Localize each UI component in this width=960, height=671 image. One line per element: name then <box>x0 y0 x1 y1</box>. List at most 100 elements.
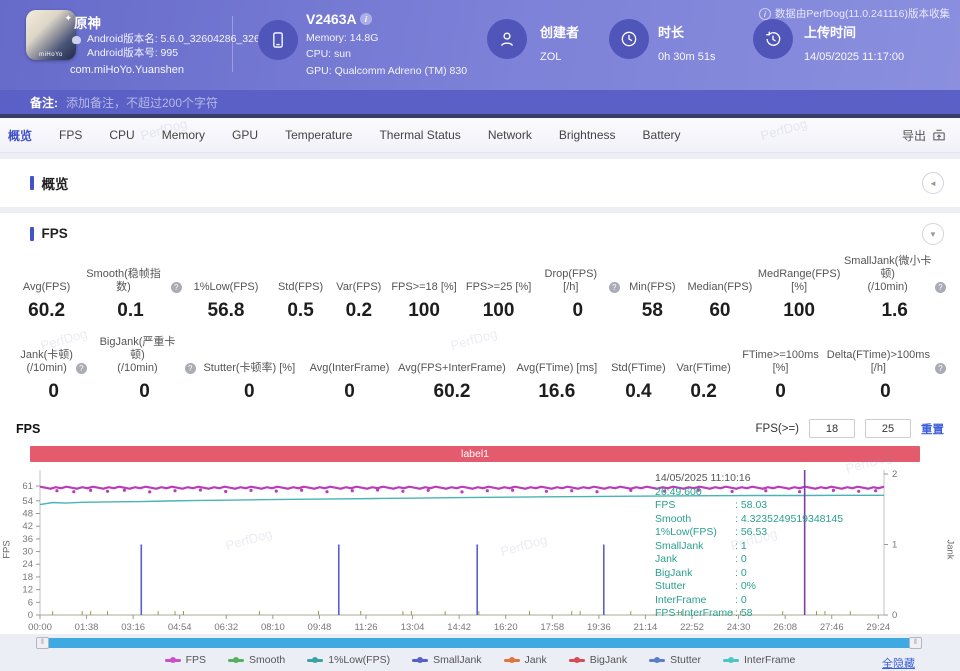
stat-cell: Var(FPS) 0.2 <box>331 255 387 322</box>
svg-text:54: 54 <box>22 496 33 507</box>
svg-text:21:14: 21:14 <box>634 622 658 633</box>
android-icon <box>72 36 81 44</box>
stat-value: 100 <box>461 300 536 322</box>
stat-label: MedRange(FPS)[%] <box>755 268 844 294</box>
stat-cell: MedRange(FPS)[%] 100 <box>755 255 844 322</box>
tab[interactable]: Temperature <box>285 128 352 142</box>
note-input[interactable]: 备注: 添加备注，不超过200个字符 <box>0 90 960 118</box>
legend-item[interactable]: BigJank <box>569 654 627 666</box>
star-icon: ✦ <box>64 13 72 24</box>
tab[interactable]: Battery <box>643 128 681 142</box>
legend-item[interactable]: FPS <box>165 654 206 666</box>
collect-note: 数据由PerfDog(11.0.241116)版本收集 <box>759 6 950 21</box>
legend-marker <box>307 659 323 662</box>
upload-time-icon <box>753 19 793 59</box>
help-icon[interactable] <box>76 363 87 374</box>
chart-scrollbar[interactable] <box>38 638 920 648</box>
hide-all-link[interactable]: 全隐藏 <box>882 655 915 671</box>
stat-label: Std(FTime) <box>611 362 666 375</box>
chart-label-bar[interactable]: label1 <box>30 446 920 462</box>
legend-item[interactable]: Jank <box>504 654 547 666</box>
overview-title: 概览 <box>42 173 69 193</box>
app-version-block: Android版本名: 5.6.0_32604286_326... Androi… <box>72 32 269 60</box>
fps-collapse-button[interactable]: ▼ <box>922 223 944 245</box>
info-icon <box>759 8 771 20</box>
stat-label: Avg(FPS) <box>23 281 70 294</box>
legend-item[interactable]: Smooth <box>228 654 285 666</box>
svg-text:14:42: 14:42 <box>447 622 471 633</box>
divider <box>232 16 233 72</box>
stat-value: 56.8 <box>182 300 271 322</box>
duration-label: 时长 <box>658 22 715 41</box>
stat-value: 0 <box>825 381 946 403</box>
help-icon[interactable] <box>935 363 946 374</box>
fps-threshold-input-1[interactable] <box>809 419 855 438</box>
stat-value: 0 <box>93 381 196 403</box>
stat-cell: FPS>=25 [%] 100 <box>461 255 536 322</box>
stat-cell: Std(FPS) 0.5 <box>270 255 331 322</box>
fps-stats-row-1: Avg(FPS) 60.2 Smooth(稳帧指数) 0.1 1%Low(FPS… <box>0 255 960 322</box>
tab[interactable]: GPU <box>232 128 258 142</box>
stat-cell: FPS>=18 [%] 100 <box>387 255 462 322</box>
stat-cell: Std(FTime) 0.4 <box>606 336 671 403</box>
tab[interactable]: 概览 <box>8 127 32 144</box>
legend-marker <box>504 659 520 662</box>
svg-text:27:46: 27:46 <box>820 622 844 633</box>
legend-item[interactable]: Stutter <box>649 654 701 666</box>
section-accent <box>30 227 34 241</box>
export-button[interactable]: 导出 <box>902 127 960 144</box>
svg-text:03:16: 03:16 <box>121 622 145 633</box>
svg-text:0: 0 <box>892 610 897 621</box>
stat-label: Drop(FPS) [/h] <box>536 268 606 294</box>
reset-link[interactable]: 重置 <box>921 421 944 437</box>
svg-text:08:10: 08:10 <box>261 622 285 633</box>
tab[interactable]: Brightness <box>559 128 616 142</box>
legend-item[interactable]: SmallJank <box>412 654 481 666</box>
fps-threshold-input-2[interactable] <box>865 419 911 438</box>
svg-text:00:00: 00:00 <box>28 622 52 633</box>
legend-marker <box>569 659 585 662</box>
help-icon[interactable] <box>609 282 620 293</box>
stat-value: 0 <box>536 300 620 322</box>
stat-label: 1%Low(FPS) <box>194 281 259 294</box>
stat-cell: Avg(InterFrame) 0 <box>303 336 396 403</box>
stat-cell: Jank(卡顿) (/10min) 0 <box>14 336 93 403</box>
tab[interactable]: CPU <box>109 128 134 142</box>
stat-value: 0 <box>736 381 825 403</box>
help-icon[interactable] <box>171 282 182 293</box>
stat-cell: Avg(FPS+InterFrame) 60.2 <box>396 336 508 403</box>
stat-value: 0.5 <box>270 300 331 322</box>
svg-text:09:48: 09:48 <box>308 622 332 633</box>
stat-label: FPS>=25 [%] <box>466 281 531 294</box>
scrollbar-left-handle[interactable] <box>36 637 49 649</box>
stat-cell: BigJank(严重卡顿) (/10min) 0 <box>93 336 196 403</box>
upload-block: 上传时间 14/05/2025 11:17:00 <box>804 22 904 63</box>
upload-label: 上传时间 <box>804 22 904 41</box>
fps-chart[interactable]: 6154484236302418126021000:0001:3803:1604… <box>14 470 946 634</box>
stat-cell: Smooth(稳帧指数) 0.1 <box>79 255 182 322</box>
stat-cell: Drop(FPS) [/h] 0 <box>536 255 620 322</box>
clock-icon <box>609 19 649 59</box>
tab[interactable]: Network <box>488 128 532 142</box>
stat-cell: Min(FPS) 58 <box>620 255 685 322</box>
scrollbar-right-handle[interactable] <box>909 637 922 649</box>
stat-cell: Avg(FTime) [ms] 16.6 <box>508 336 606 403</box>
stat-value: 0 <box>196 381 303 403</box>
tab[interactable]: Thermal Status <box>379 128 460 142</box>
chart-section-label: FPS <box>16 422 40 436</box>
tab[interactable]: FPS <box>59 128 82 142</box>
note-placeholder: 添加备注，不超过200个字符 <box>66 94 218 111</box>
overview-collapse-button[interactable]: ◄ <box>922 172 944 194</box>
info-icon[interactable] <box>360 13 372 25</box>
svg-text:42: 42 <box>22 521 33 532</box>
tab[interactable]: Memory <box>162 128 205 142</box>
help-icon[interactable] <box>935 282 946 293</box>
legend-item[interactable]: InterFrame <box>723 654 795 666</box>
svg-text:48: 48 <box>22 508 33 519</box>
svg-text:1: 1 <box>892 540 897 551</box>
app-icon: ✦ miHoYo <box>26 10 76 60</box>
svg-text:22:52: 22:52 <box>680 622 704 633</box>
legend-item[interactable]: 1%Low(FPS) <box>307 654 390 666</box>
help-icon[interactable] <box>185 363 196 374</box>
svg-text:12: 12 <box>22 585 33 596</box>
